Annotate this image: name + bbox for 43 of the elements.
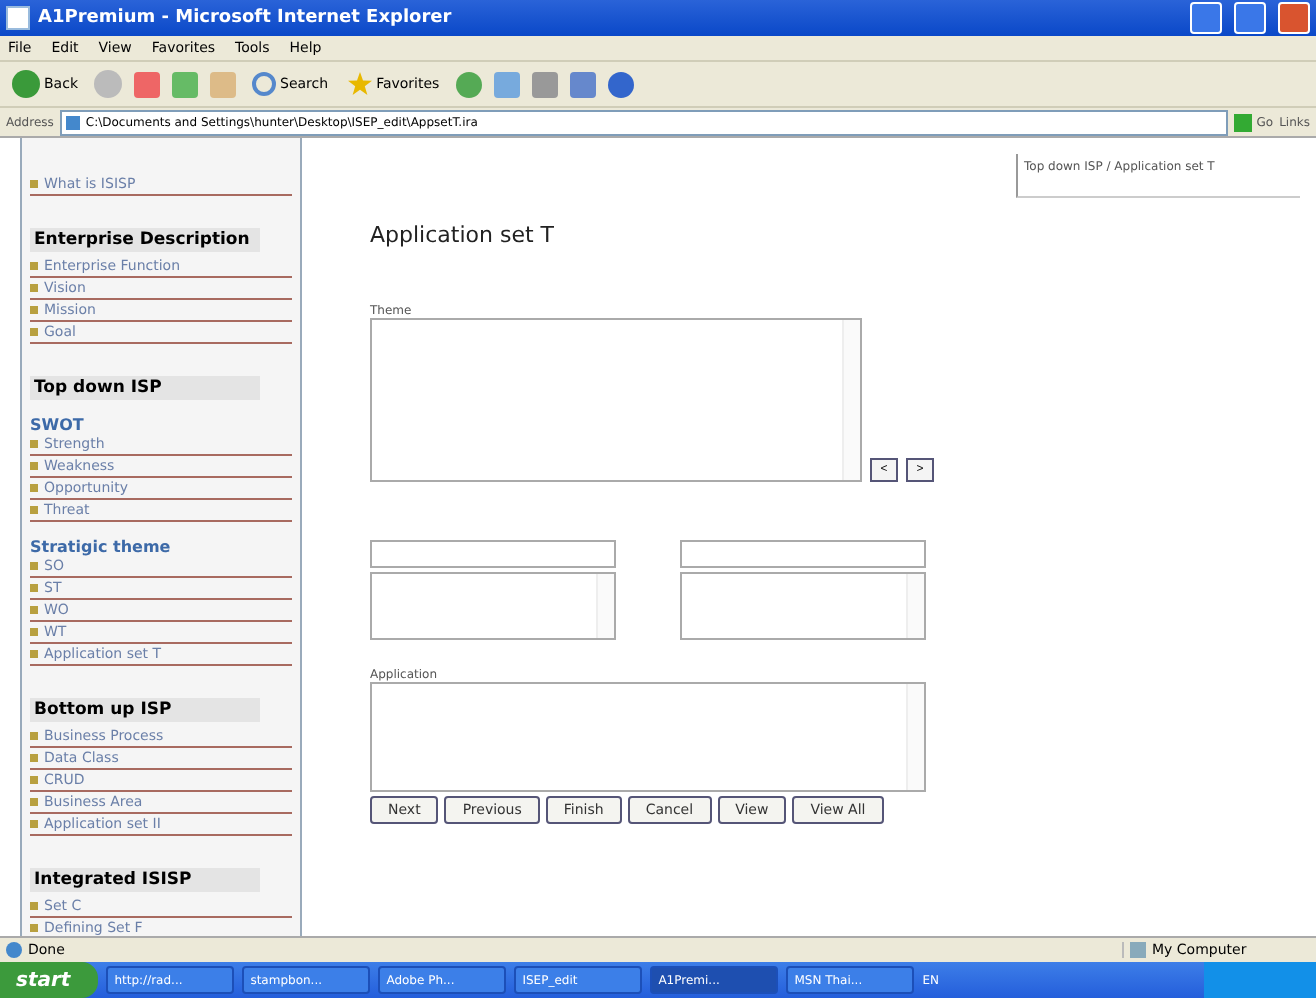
bullet-icon: [30, 754, 38, 762]
sidebar-subheading: SWOT: [30, 416, 86, 434]
bullet-icon: [30, 462, 38, 470]
minimize-button[interactable]: [1190, 2, 1222, 34]
bullet-icon: [30, 440, 38, 448]
maximize-button[interactable]: [1234, 2, 1266, 34]
input-field[interactable]: [680, 540, 926, 568]
bullet-icon: [30, 924, 38, 932]
bullet-icon: [30, 606, 38, 614]
bullet-icon: [30, 628, 38, 636]
system-tray: [1204, 962, 1316, 998]
bullet-icon: [30, 650, 38, 658]
textarea[interactable]: [680, 572, 926, 640]
sidebar-heading: Bottom up ISP: [30, 698, 260, 722]
sidebar-subheading: Stratigic theme: [30, 538, 173, 556]
sidebar-heading: Top down ISP: [30, 376, 260, 400]
sidebar-heading: Enterprise Description: [30, 228, 260, 252]
application-textarea[interactable]: [370, 682, 926, 792]
page-title: Application set T: [370, 222, 556, 248]
bullet-icon: [30, 562, 38, 570]
sidebar-heading: Integrated ISISP: [30, 868, 260, 892]
bullet-icon: [30, 484, 38, 492]
theme-textarea[interactable]: [370, 318, 862, 482]
start-button[interactable]: start: [0, 962, 99, 998]
close-button[interactable]: [1278, 2, 1310, 34]
bullet-icon: [30, 284, 38, 292]
bullet-icon: [30, 506, 38, 514]
bullet-icon: [30, 306, 38, 314]
bullet-icon: [30, 584, 38, 592]
window-title: A1Premium - Microsoft Internet Explorer: [38, 8, 452, 28]
app-icon: [6, 6, 30, 30]
bullet-icon: [30, 732, 38, 740]
textarea[interactable]: [370, 572, 616, 640]
bullet-icon: [30, 180, 38, 188]
input-field[interactable]: [370, 540, 616, 568]
bullet-icon: [30, 820, 38, 828]
bullet-icon: [30, 262, 38, 270]
bullet-icon: [30, 902, 38, 910]
bullet-icon: [30, 776, 38, 784]
bullet-icon: [30, 328, 38, 336]
bullet-icon: [30, 798, 38, 806]
star-icon: [348, 72, 373, 96]
search-icon: [252, 72, 276, 96]
